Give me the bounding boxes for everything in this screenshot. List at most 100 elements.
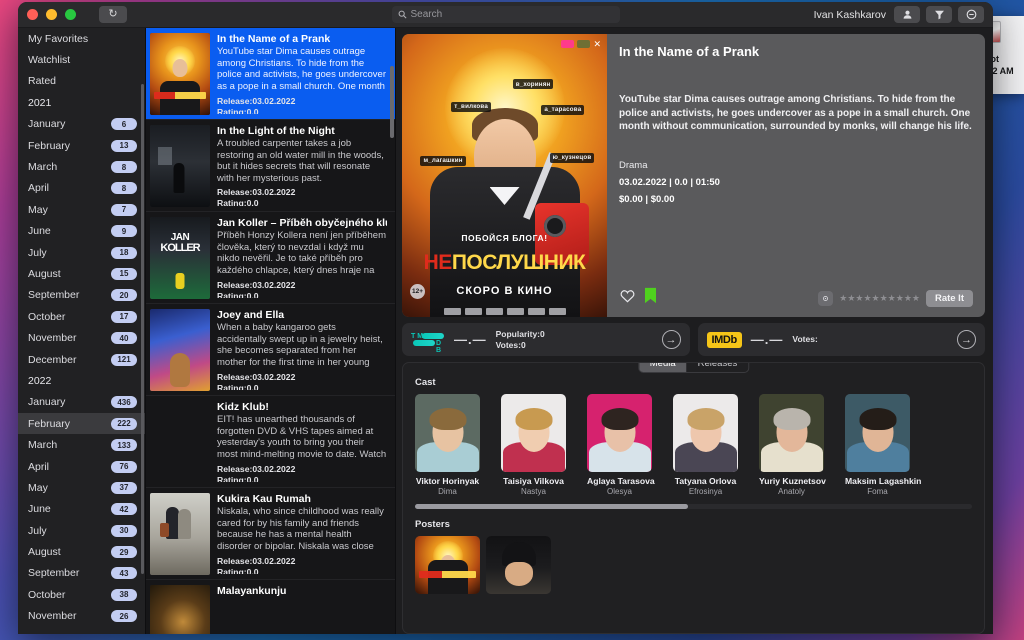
sidebar-item-january[interactable]: January6 — [18, 114, 145, 135]
detail-facts: 03.02.2022 | 0.0 | 01:50 — [619, 177, 973, 188]
movie-poster-thumbnail — [150, 33, 210, 115]
sidebar-item-june[interactable]: June9 — [18, 221, 145, 242]
cast-scrollbar[interactable] — [415, 504, 972, 509]
sidebar-item-august[interactable]: August 15 — [18, 263, 145, 284]
detail-hero: ✕ в_хоринян т_вилкова а_тарасова м_лагаш… — [402, 34, 985, 317]
minimize-button[interactable] — [46, 9, 57, 20]
sidebar-item-label: March — [28, 439, 57, 451]
cast-member[interactable]: Yuriy KuznetsovAnatoly — [759, 394, 824, 496]
tmdb-logo-text-top: T M — [411, 333, 423, 340]
tmdb-rating-card[interactable]: T M D B —.— Popularity:0 Votes:0 → — [402, 323, 690, 356]
sidebar-item-count: 8 — [111, 161, 137, 173]
sidebar-item-october[interactable]: October17 — [18, 306, 145, 327]
movie-list-item[interactable]: In the Name of a PrankYouTube star Dima … — [146, 28, 395, 120]
movie-item-info: Malayankunju — [217, 585, 387, 634]
movie-list-item[interactable]: Joey and EllaWhen a baby kangaroo gets a… — [146, 304, 395, 396]
sidebar-item-september[interactable]: September20 — [18, 285, 145, 306]
sidebar-item-watchlist[interactable]: Watchlist — [18, 49, 145, 70]
sidebar-item-label: Watchlist — [28, 54, 70, 66]
close-button[interactable] — [27, 9, 38, 20]
cast-member[interactable]: Taisiya VilkovaNastya — [501, 394, 566, 496]
sidebar-scrollbar[interactable] — [141, 84, 144, 574]
sidebar-item-april[interactable]: April8 — [18, 178, 145, 199]
rating-controls: ★★★★★★★★★★ Rate It — [818, 290, 973, 307]
cast-member[interactable]: Viktor HorinyakDima — [415, 394, 480, 496]
movie-list-item[interactable]: Kidz Klub!EIT! has unearthed thousands o… — [146, 396, 395, 488]
posters-list — [403, 536, 984, 594]
sidebar-item-march[interactable]: March133 — [18, 434, 145, 455]
sidebar-item-november[interactable]: November40 — [18, 327, 145, 348]
sidebar-item-count: 15 — [111, 268, 137, 280]
movie-item-info: In the Light of the NightA troubled carp… — [217, 125, 387, 206]
refresh-icon[interactable]: ↻ — [99, 6, 127, 23]
tab-media[interactable]: Media — [639, 362, 687, 372]
minus-circle-icon[interactable] — [958, 6, 984, 23]
sidebar-item-july[interactable]: July30 — [18, 520, 145, 541]
sidebar-item-2022[interactable]: 2022 — [18, 370, 145, 391]
detail-description: YouTube star Dima causes outrage among C… — [619, 93, 973, 134]
cast-member-role: Dima — [415, 487, 480, 496]
tab-releases[interactable]: Releases — [687, 362, 749, 372]
cast-member[interactable]: Maksim LagashkinFoma — [845, 394, 910, 496]
camera-icon[interactable] — [818, 291, 833, 306]
search-field[interactable] — [392, 6, 620, 23]
movie-item-info: Jan Koller – Příběh obyčejného klukaPříb… — [217, 217, 387, 298]
sidebar-item-count: 6 — [111, 118, 137, 130]
movie-list-item[interactable]: Malayankunju — [146, 580, 395, 634]
movie-list-item[interactable]: In the Light of the NightA troubled carp… — [146, 120, 395, 212]
sidebar-item-december[interactable]: December121 — [18, 349, 145, 370]
person-icon[interactable] — [894, 6, 920, 23]
movie-list-item[interactable]: Kukira Kau RumahNiskala, who since child… — [146, 488, 395, 580]
movie-item-rating: Rating:0.0 — [217, 383, 387, 390]
sidebar-item-rated[interactable]: Rated — [18, 71, 145, 92]
imdb-rating-card[interactable]: IMDb —.— Votes: → — [698, 323, 986, 356]
movie-poster-large[interactable]: ✕ в_хоринян т_вилкова а_тарасова м_лагаш… — [402, 34, 607, 317]
media-tabs: MediaReleases — [638, 362, 749, 373]
sidebar-item-label: August — [28, 268, 61, 280]
movie-item-rating: Rating:0.0 — [217, 567, 387, 574]
cast-photo — [501, 394, 566, 472]
sidebar-item-2021[interactable]: 2021 — [18, 92, 145, 113]
cast-member-name: Aglaya Tarasova — [587, 476, 652, 486]
movie-poster-thumbnail — [150, 125, 210, 207]
sidebar-item-september[interactable]: September43 — [18, 563, 145, 584]
sidebar-item-march[interactable]: March8 — [18, 156, 145, 177]
sidebar-item-may[interactable]: May7 — [18, 199, 145, 220]
sidebar-item-january[interactable]: January436 — [18, 392, 145, 413]
sidebar-item-february[interactable]: February13 — [18, 135, 145, 156]
rate-it-button[interactable]: Rate It — [926, 290, 973, 307]
filter-icon[interactable] — [926, 6, 952, 23]
poster-item[interactable] — [415, 536, 480, 594]
sidebar-item-february[interactable]: February222 — [18, 413, 145, 434]
sidebar-item-april[interactable]: April76 — [18, 456, 145, 477]
sidebar-item-july[interactable]: July18 — [18, 242, 145, 263]
sidebar-item-my-favorites[interactable]: My Favorites — [18, 28, 145, 49]
movie-list-item[interactable]: JANKOLLERJan Koller – Příběh obyčejného … — [146, 212, 395, 304]
arrow-right-circle-icon[interactable]: → — [662, 330, 681, 349]
maximize-button[interactable] — [65, 9, 76, 20]
heart-icon[interactable] — [619, 288, 636, 309]
sidebar-item-label: 2021 — [28, 97, 51, 109]
poster-thumbnail-art — [150, 309, 210, 391]
search-input[interactable] — [411, 9, 614, 20]
imdb-votes: Votes: — [792, 334, 817, 345]
poster-item[interactable] — [486, 536, 551, 594]
cast-member[interactable]: Aglaya TarasovaOlesya — [587, 394, 652, 496]
sidebar-item-june[interactable]: June42 — [18, 499, 145, 520]
cast-member-name: Yuriy Kuznetsov — [759, 476, 824, 486]
bookmark-icon[interactable] — [643, 287, 658, 309]
cast-photo — [673, 394, 738, 472]
movie-list-scrollbar[interactable] — [390, 66, 394, 138]
sidebar-item-august[interactable]: August29 — [18, 541, 145, 562]
movie-item-title: In the Light of the Night — [217, 125, 387, 138]
arrow-right-circle-icon[interactable]: → — [957, 330, 976, 349]
star-rating[interactable]: ★★★★★★★★★★ — [839, 293, 920, 304]
sidebar-item-may[interactable]: May37 — [18, 477, 145, 498]
cast-member[interactable]: Tatyana OrlovaEfrosinya — [673, 394, 738, 496]
movie-poster-thumbnail — [150, 309, 210, 391]
movie-item-release: Release:03.02.2022 — [217, 556, 387, 567]
sidebar-item-october[interactable]: October38 — [18, 584, 145, 605]
movie-item-description: Příběh Honzy Kollera není jen příběhem č… — [217, 230, 387, 277]
sidebar-item-count: 42 — [111, 503, 137, 515]
sidebar-item-november[interactable]: November26 — [18, 606, 145, 627]
